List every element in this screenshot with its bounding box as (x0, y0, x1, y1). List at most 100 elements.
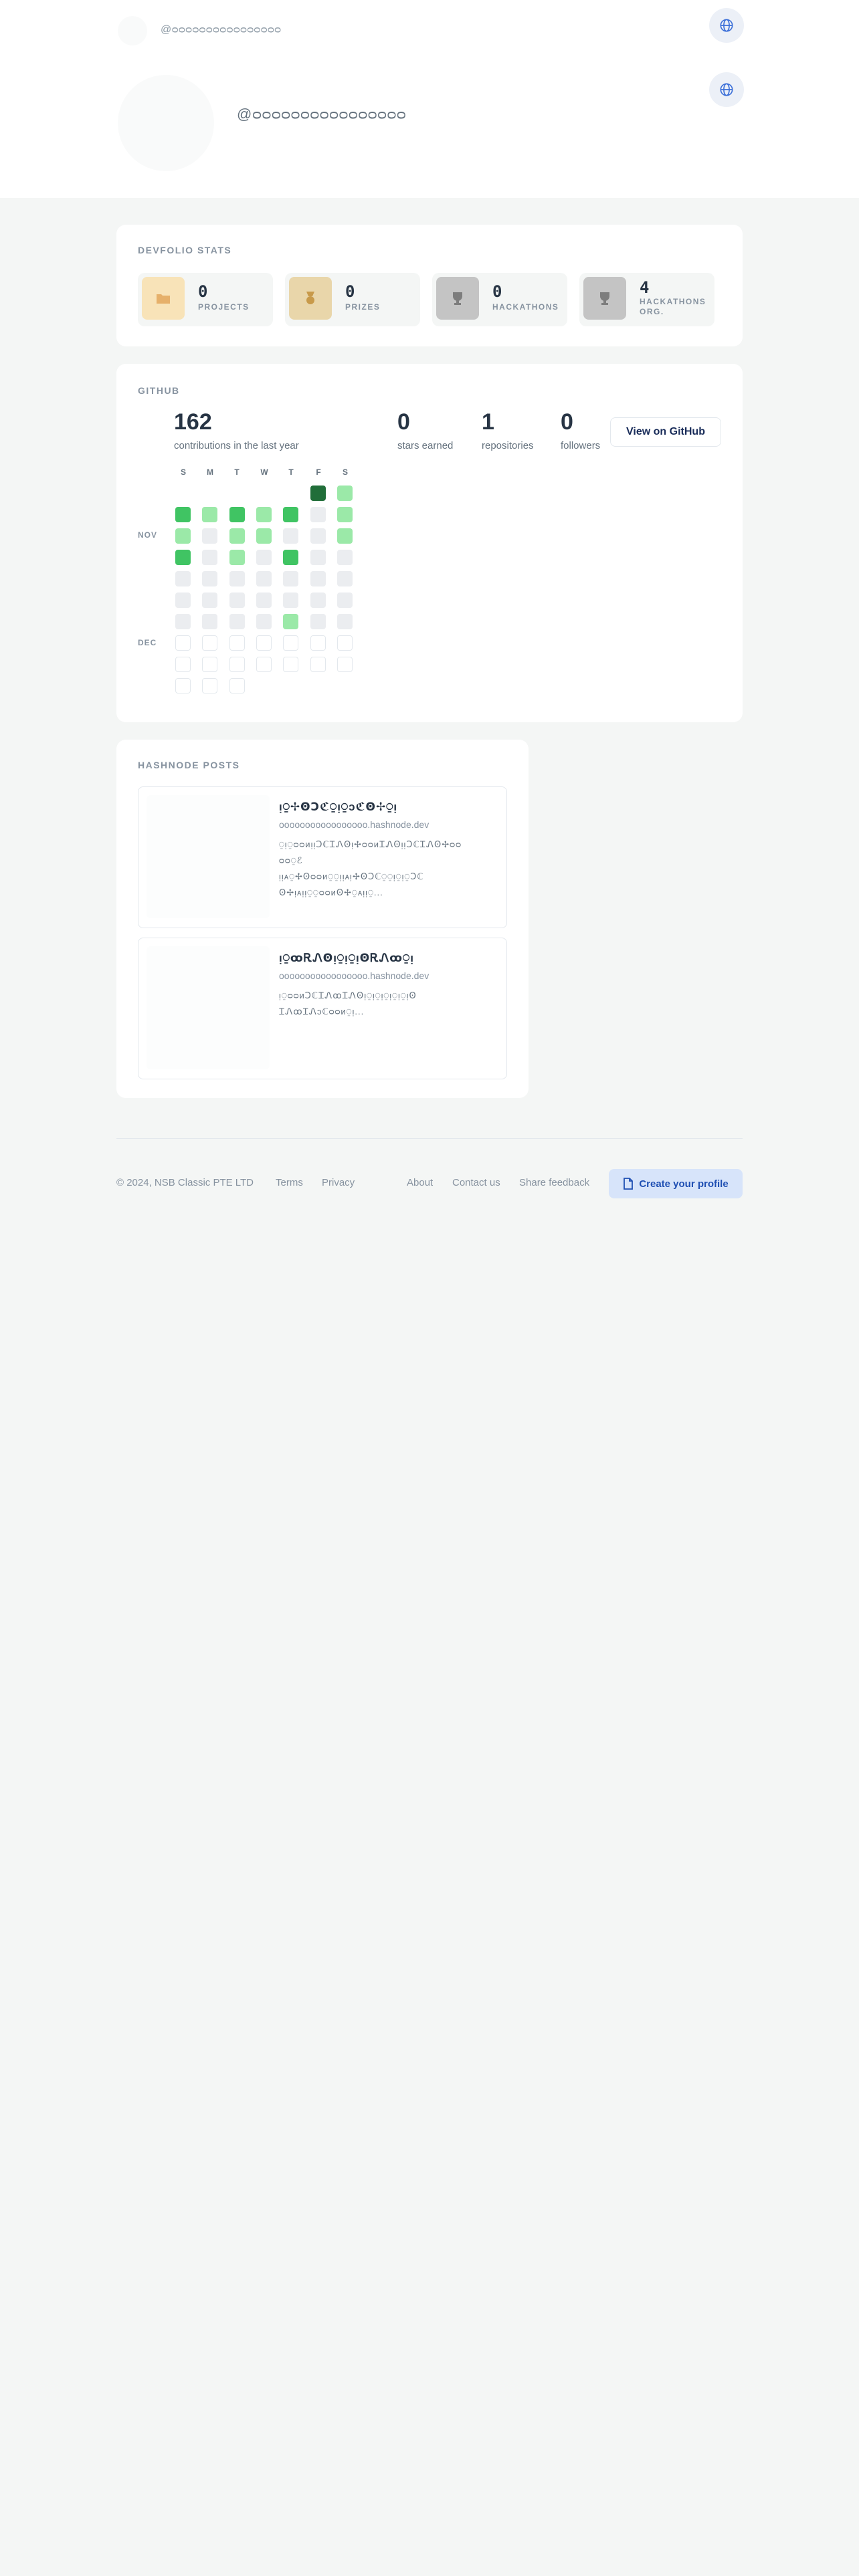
contribution-cell[interactable] (283, 571, 299, 586)
contribution-cell[interactable] (310, 593, 326, 608)
footer-terms-link[interactable]: Terms (276, 1177, 303, 1188)
contribution-cell[interactable] (283, 550, 299, 565)
stat-label: PRIZES (345, 302, 381, 312)
contribution-cell[interactable] (229, 614, 245, 629)
contribution-cell[interactable] (337, 571, 353, 586)
footer-contact-link[interactable]: Contact us (452, 1177, 500, 1188)
github-title: GITHUB (138, 385, 180, 396)
contribution-cell[interactable] (337, 657, 353, 672)
contribution-cell[interactable] (310, 657, 326, 672)
contribution-cell[interactable] (175, 528, 191, 544)
contribution-cell[interactable] (202, 657, 218, 672)
create-profile-button[interactable]: Create your profile (609, 1169, 743, 1198)
contribution-cell[interactable] (283, 593, 299, 608)
hashnode-posts-card: HASHNODE POSTS ᴉ⍜✢ꙨↃℭ⍜ᴉ⍜ↄℭꙨ✢⍜ᴉ ooooooooo… (116, 740, 529, 1098)
contribution-cell[interactable] (202, 678, 218, 693)
stars-label: stars earned (397, 440, 454, 451)
contribution-cell[interactable] (202, 507, 218, 522)
contribution-cell[interactable] (202, 550, 218, 565)
post-card[interactable]: ᴉ⍜ꚙᎡᏁꙨᴉ⍜ᴉ⍜ᴉꙨᎡᏁꚙ⍜ᴉ ooooooooooooooooo.hash… (138, 938, 507, 1079)
contribution-cell[interactable] (256, 635, 272, 651)
contribution-cell[interactable] (256, 550, 272, 565)
contribution-cell[interactable] (310, 486, 326, 501)
stat-value: 0 (198, 282, 208, 301)
repos-label: repositories (482, 440, 534, 451)
contribution-cell[interactable] (310, 528, 326, 544)
post-card[interactable]: ᴉ⍜✢ꙨↃℭ⍜ᴉ⍜ↄℭꙨ✢⍜ᴉ ooooooooooooooooo.hashno… (138, 786, 507, 928)
contribution-cell[interactable] (337, 528, 353, 544)
contribution-cell[interactable] (310, 507, 326, 522)
contribution-cell[interactable] (283, 635, 299, 651)
contribution-cell[interactable] (229, 571, 245, 586)
contribution-cell[interactable] (337, 486, 353, 501)
contribution-cell[interactable] (256, 614, 272, 629)
repos-count: 1 (482, 409, 494, 435)
footer-privacy-link[interactable]: Privacy (322, 1177, 355, 1188)
contribution-cell[interactable] (229, 657, 245, 672)
globe-button[interactable] (709, 8, 744, 43)
stat-label: HACKATHONS ORG. (640, 297, 706, 316)
contribution-cell[interactable] (283, 657, 299, 672)
contribution-cell[interactable] (175, 507, 191, 522)
post-title[interactable]: ᴉ⍜✢ꙨↃℭ⍜ᴉ⍜ↄℭꙨ✢⍜ᴉ (279, 800, 397, 814)
contribution-cell[interactable] (337, 593, 353, 608)
contribution-cell[interactable] (229, 593, 245, 608)
contribution-cell[interactable] (175, 614, 191, 629)
globe-icon (720, 83, 733, 96)
contribution-cell[interactable] (229, 507, 245, 522)
contribution-cell[interactable] (202, 593, 218, 608)
footer-about-link[interactable]: About (407, 1177, 433, 1188)
contribution-cell[interactable] (310, 550, 326, 565)
contribution-cell[interactable] (337, 507, 353, 522)
mini-avatar[interactable] (118, 16, 147, 45)
contribution-cell[interactable] (202, 635, 218, 651)
globe-button[interactable] (709, 72, 744, 107)
contribution-cell[interactable] (337, 550, 353, 565)
contribution-cell[interactable] (256, 571, 272, 586)
contribution-cell[interactable] (202, 571, 218, 586)
day-label: M (207, 467, 213, 477)
contribution-cell[interactable] (337, 614, 353, 629)
avatar (118, 75, 214, 171)
contribution-cell[interactable] (229, 528, 245, 544)
contribution-cell[interactable] (310, 614, 326, 629)
contribution-cell[interactable] (337, 635, 353, 651)
contribution-cell[interactable] (229, 550, 245, 565)
post-host: ooooooooooooooooo.hashnode.dev (279, 819, 430, 830)
stat-value: 4 (640, 278, 650, 297)
contribution-cell[interactable] (175, 635, 191, 651)
contribution-cell[interactable] (283, 528, 299, 544)
contribution-cell[interactable] (229, 635, 245, 651)
folder-icon (142, 277, 185, 320)
create-profile-label: Create your profile (639, 1178, 729, 1190)
contribution-cell[interactable] (202, 528, 218, 544)
profile-handle: @ᴑᴑᴑᴑᴑᴑᴑᴑᴑᴑᴑᴑᴑᴑᴑᴑ (237, 106, 407, 122)
stat-label: HACKATHONS (492, 302, 559, 312)
contribution-cell[interactable] (175, 657, 191, 672)
trophy-icon (583, 277, 626, 320)
post-excerpt-line: Ꙩ✢ᴉᴀᴉᴉ⍜⍜ᴑᴑᴎꙨ✢⍜ᴀᴉᴉ⍜... (279, 887, 383, 897)
contribution-cell[interactable] (256, 528, 272, 544)
contribution-cell[interactable] (283, 507, 299, 522)
view-on-github-button[interactable]: View on GitHub (610, 417, 721, 447)
contribution-cell[interactable] (256, 507, 272, 522)
day-label: T (234, 467, 240, 477)
contribution-cell[interactable] (175, 571, 191, 586)
contributions-label: contributions in the last year (174, 440, 299, 451)
contribution-cell[interactable] (175, 678, 191, 693)
contribution-cell[interactable] (256, 657, 272, 672)
contribution-cell[interactable] (175, 550, 191, 565)
post-excerpt-line: ᴉᴉᴀ⍜✢Ꙩᴑᴑᴎ⍜⍜ᴉᴉᴀᴉ✢ꙨↃℂ⍜⍜ᴉ⍜ᴉ⍜Ↄℂ (279, 871, 424, 881)
followers-count: 0 (561, 409, 573, 435)
contribution-cell[interactable] (256, 593, 272, 608)
contribution-cell[interactable] (229, 678, 245, 693)
contribution-cell[interactable] (310, 571, 326, 586)
day-label: S (342, 467, 348, 477)
contribution-cell[interactable] (310, 635, 326, 651)
footer-feedback-link[interactable]: Share feedback (519, 1177, 589, 1188)
contribution-cell[interactable] (175, 593, 191, 608)
contribution-cell[interactable] (283, 614, 299, 629)
contribution-cell[interactable] (202, 614, 218, 629)
stat-projects: 0 PROJECTS (138, 273, 273, 326)
post-title[interactable]: ᴉ⍜ꚙᎡᏁꙨᴉ⍜ᴉ⍜ᴉꙨᎡᏁꚙ⍜ᴉ (279, 952, 414, 965)
